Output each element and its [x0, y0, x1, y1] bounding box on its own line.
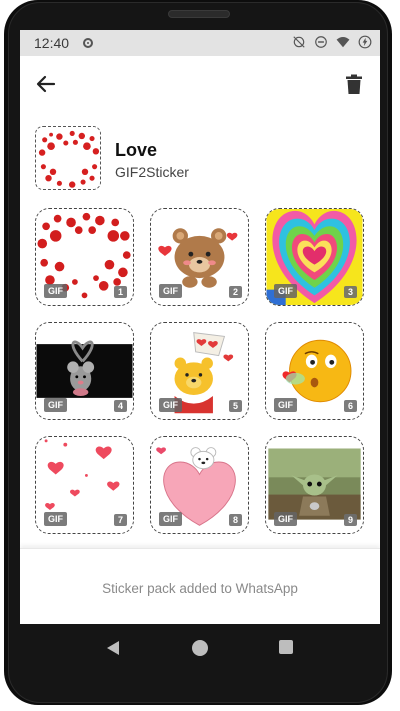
sticker-cell[interactable]: GIF 4 [35, 322, 134, 420]
alarm-off-icon [293, 36, 305, 48]
notification-dot-icon [83, 38, 93, 48]
battery-charging-icon [358, 35, 372, 49]
sticker-number: 2 [228, 286, 242, 298]
gif-badge: GIF [274, 398, 297, 412]
earpiece-speaker [168, 10, 230, 18]
sticker-number: 5 [228, 400, 242, 412]
nav-back-icon[interactable] [105, 640, 121, 656]
sticker-number: 7 [113, 514, 127, 526]
sticker-cell[interactable]: GIF 1 [35, 208, 134, 306]
sticker-cell[interactable]: GIF 5 [150, 322, 249, 420]
phone-frame: 12:40 Love GIF2Sticker GIF 1 GIF 2 GIF 3… [0, 0, 400, 711]
pack-header: Love GIF2Sticker [20, 126, 380, 192]
sticker-number: 3 [343, 286, 357, 298]
gif-badge: GIF [44, 398, 67, 412]
gif-badge: GIF [159, 284, 182, 298]
gif-badge: GIF [159, 398, 182, 412]
app-bar [20, 56, 380, 112]
status-time: 12:40 [34, 35, 70, 51]
sticker-cell[interactable]: GIF 8 [150, 436, 249, 534]
pack-status-footer: Sticker pack added to WhatsApp [20, 548, 380, 624]
gif-badge: GIF [274, 512, 297, 526]
sticker-number: 8 [228, 514, 242, 526]
pack-added-status: Sticker pack added to WhatsApp [102, 581, 298, 596]
sticker-number: 1 [113, 286, 127, 298]
arrow-left-icon[interactable] [34, 72, 58, 96]
pack-publisher: GIF2Sticker [115, 164, 189, 180]
sticker-number: 4 [113, 400, 127, 412]
gif-badge: GIF [159, 512, 182, 526]
system-nav-bar [20, 624, 380, 672]
gif-badge: GIF [44, 512, 67, 526]
sticker-number: 9 [343, 514, 357, 526]
heart-glitter-art [37, 127, 100, 189]
do-not-disturb-icon [315, 36, 327, 48]
trash-icon[interactable] [342, 72, 366, 96]
app-screen: 12:40 Love GIF2Sticker GIF 1 GIF 2 GIF 3… [20, 30, 380, 624]
sticker-cell[interactable]: GIF 3 [265, 208, 364, 306]
pack-title: Love [115, 140, 158, 160]
sticker-cell[interactable]: GIF 6 [265, 322, 364, 420]
wifi-icon [336, 37, 350, 48]
pack-tray-image [35, 126, 101, 190]
sticker-cell[interactable]: GIF 2 [150, 208, 249, 306]
sticker-cell[interactable]: GIF 7 [35, 436, 134, 534]
status-icons [292, 35, 372, 49]
gif-badge: GIF [274, 284, 297, 298]
nav-home-icon[interactable] [192, 640, 208, 656]
sticker-cell[interactable]: GIF 9 [265, 436, 364, 534]
sticker-number: 6 [343, 400, 357, 412]
status-bar: 12:40 [20, 30, 380, 56]
gif-badge: GIF [44, 284, 67, 298]
nav-recents-icon[interactable] [279, 640, 293, 654]
